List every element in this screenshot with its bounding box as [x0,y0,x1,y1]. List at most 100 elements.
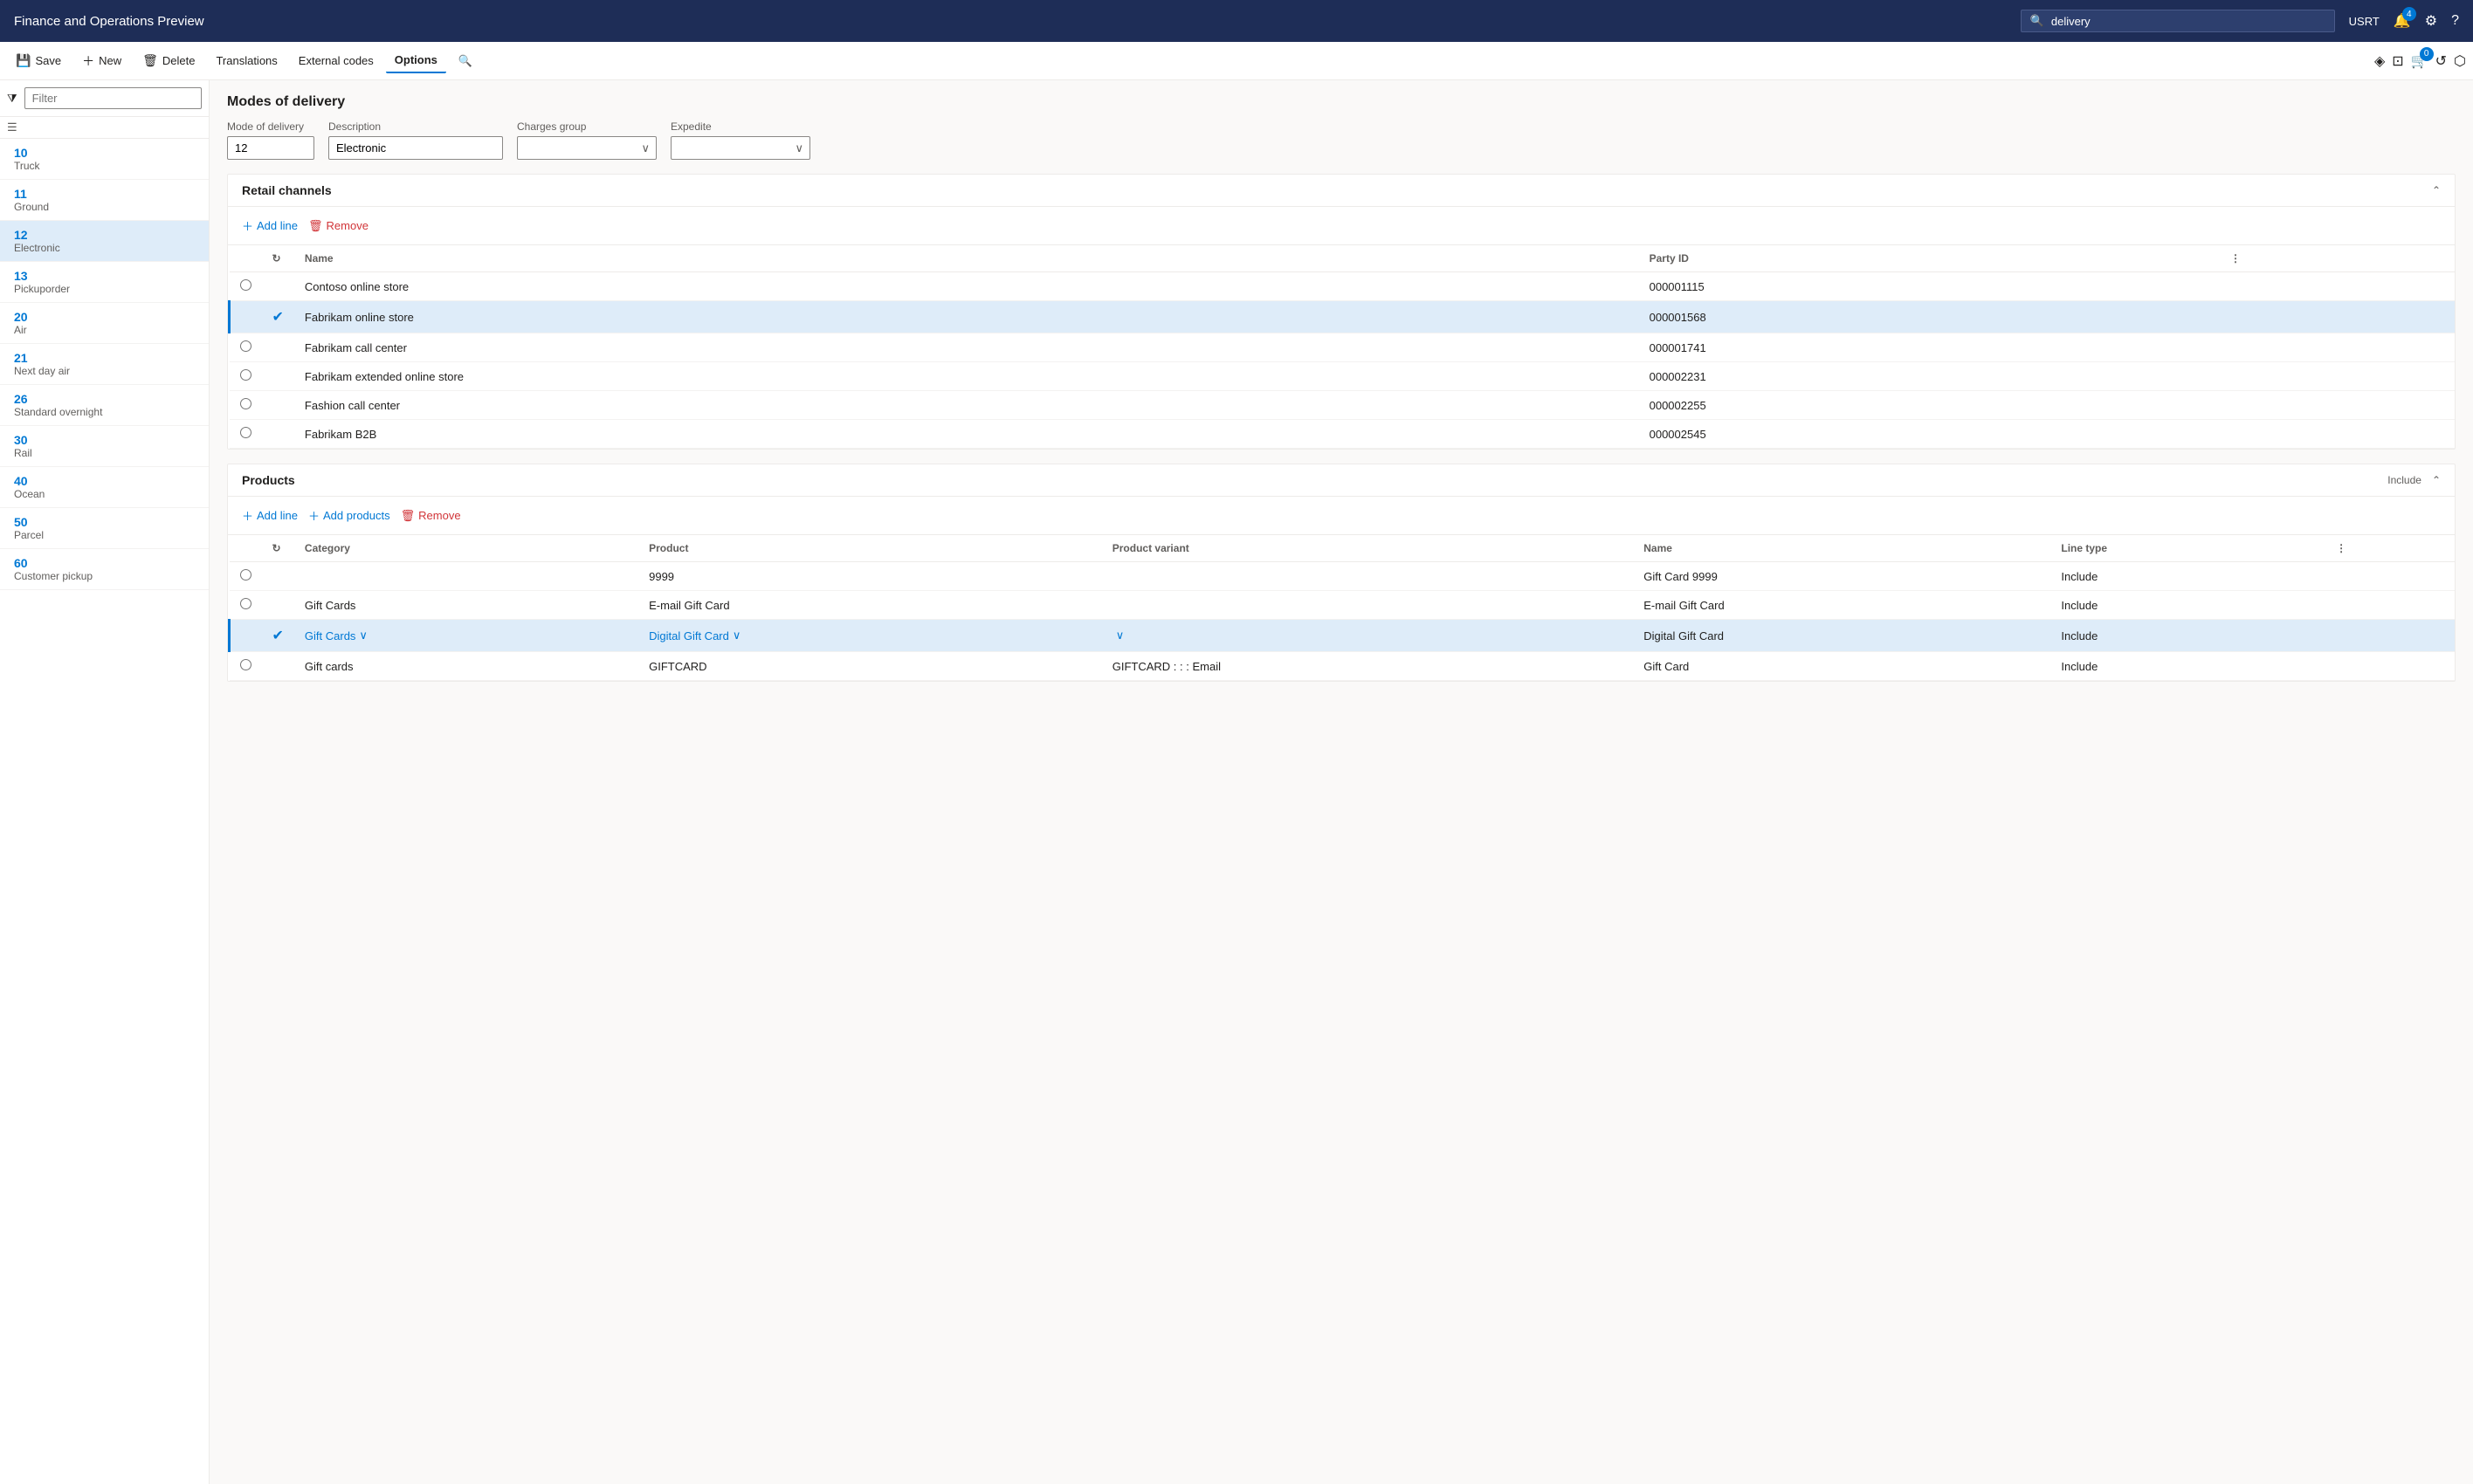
charges-group-wrapper [517,136,657,160]
sidebar-item-40[interactable]: 40 Ocean [0,467,209,508]
new-button[interactable]: ＋ New [73,47,130,75]
table-row[interactable]: ✔ Fabrikam online store 000001568 [230,301,2456,333]
product-more-cell[interactable] [2325,591,2455,620]
sidebar-item-12[interactable]: 12 Electronic [0,221,209,262]
sidebar-item-label: Pickuporder [14,283,195,295]
product-variant-cell[interactable]: ∨ [1102,620,1634,652]
row-radio[interactable] [240,659,251,670]
retail-channels-header[interactable]: Retail channels ⌃ [228,175,2455,207]
retail-channels-header-row: ↻ Name Party ID ⋮ [230,245,2456,272]
products-include-label: Include [2387,474,2421,486]
table-row[interactable]: Gift Cards E-mail Gift Card E-mail Gift … [230,591,2456,620]
list-view-icon[interactable]: ☰ [7,120,17,134]
row-radio[interactable] [240,598,251,609]
sidebar-item-label: Rail [14,447,195,459]
row-radio[interactable] [240,279,251,291]
description-input[interactable] [328,136,503,160]
retail-refresh-col-header: ↻ [262,245,294,272]
help-icon[interactable]: ? [2451,13,2459,29]
row-more-cell[interactable] [2220,301,2455,333]
table-row[interactable]: Contoso online store 000001115 [230,272,2456,301]
row-partyid-cell: 000001741 [1639,333,2220,362]
products-remove-button[interactable]: 🗑 Remove [401,505,461,526]
product-product-cell: E-mail Gift Card [638,591,1102,620]
row-radio[interactable] [240,569,251,581]
split-icon[interactable]: ⊡ [2392,52,2403,70]
sidebar-item-num: 50 [14,515,195,529]
row-radio[interactable] [240,340,251,352]
external-codes-button[interactable]: External codes [290,49,382,72]
command-bar: 💾 Save ＋ New 🗑 Delete Translations Exter… [0,42,2473,80]
sidebar-item-60[interactable]: 60 Customer pickup [0,549,209,590]
table-row[interactable]: ✔ Gift Cards ∨ Digital Gift Card ∨ ∨ Dig… [230,620,2456,652]
products-header-row: ↻ Category Product Product variant Name … [230,535,2456,562]
table-row[interactable]: Fashion call center 000002255 [230,391,2456,420]
variant-dropdown-icon[interactable]: ∨ [1116,629,1125,642]
retail-add-line-button[interactable]: ＋ Add line [242,214,298,237]
cart-icon[interactable]: 🛒 0 [2411,52,2428,70]
products-add-line-button[interactable]: ＋ Add line [242,504,298,527]
row-radio[interactable] [240,398,251,409]
product-more-cell[interactable] [2325,562,2455,591]
options-button[interactable]: Options [386,48,446,73]
sidebar-item-20[interactable]: 20 Air [0,303,209,344]
row-indicator-cell: ✔ [262,620,294,652]
description-label: Description [328,120,503,133]
row-more-cell[interactable] [2220,362,2455,391]
row-more-cell[interactable] [2220,272,2455,301]
category-dropdown-icon[interactable]: ∨ [359,629,368,642]
refresh-icon[interactable]: ↺ [2435,52,2447,70]
row-select-cell [230,333,262,362]
product-category-cell[interactable]: Gift Cards ∨ [294,620,638,652]
sidebar-item-50[interactable]: 50 Parcel [0,508,209,549]
retail-remove-button[interactable]: 🗑 Remove [308,216,369,237]
sidebar-item-21[interactable]: 21 Next day air [0,344,209,385]
sidebar-item-13[interactable]: 13 Pickuporder [0,262,209,303]
row-more-cell[interactable] [2220,420,2455,449]
delete-button[interactable]: 🗑 Delete [134,48,203,73]
save-button[interactable]: 💾 Save [7,48,70,73]
product-dropdown-icon[interactable]: ∨ [733,629,741,642]
open-in-new-icon[interactable]: ⬡ [2454,52,2466,70]
row-radio[interactable] [240,369,251,381]
sidebar-item-num: 30 [14,433,195,447]
table-row[interactable]: Fabrikam extended online store 000002231 [230,362,2456,391]
sidebar-item-30[interactable]: 30 Rail [0,426,209,467]
sidebar-filter-input[interactable] [24,87,202,109]
product-more-cell[interactable] [2325,652,2455,681]
charges-group-select[interactable] [517,136,657,160]
retail-channels-toolbar: ＋ Add line 🗑 Remove [228,207,2455,245]
row-more-cell[interactable] [2220,391,2455,420]
row-more-cell[interactable] [2220,333,2455,362]
notification-icon[interactable]: 🔔 4 [2394,12,2411,30]
global-search-input[interactable] [2051,15,2313,28]
table-row[interactable]: 9999 Gift Card 9999 Include [230,562,2456,591]
form-row: Mode of delivery Description Charges gro… [227,120,2456,160]
sidebar-item-11[interactable]: 11 Ground [0,180,209,221]
table-row[interactable]: Fabrikam call center 000001741 [230,333,2456,362]
table-row[interactable]: Gift cards GIFTCARD GIFTCARD : : : Email… [230,652,2456,681]
product-more-cell[interactable] [2325,620,2455,652]
row-indicator-cell [262,420,294,449]
table-row[interactable]: Fabrikam B2B 000002545 [230,420,2456,449]
settings-icon[interactable]: ⚙ [2425,12,2437,30]
product-link[interactable]: Digital Gift Card [649,629,729,642]
sidebar-item-label: Ground [14,201,195,213]
global-search-box[interactable]: 🔍 [2021,10,2335,32]
product-variant-cell [1102,562,1634,591]
sidebar-item-10[interactable]: 10 Truck [0,139,209,180]
sidebar-item-26[interactable]: 26 Standard overnight [0,385,209,426]
category-link[interactable]: Gift Cards [305,629,356,642]
cmd-search-button[interactable]: 🔍 [450,49,481,73]
sidebar-item-label: Ocean [14,488,195,500]
row-radio[interactable] [240,427,251,438]
mode-of-delivery-input[interactable] [227,136,314,160]
products-add-products-button[interactable]: ＋ Add products [308,504,390,527]
products-header[interactable]: Products Include ⌃ [228,464,2455,497]
translations-button[interactable]: Translations [207,49,286,72]
expedite-select[interactable] [671,136,810,160]
retail-channels-collapse-icon[interactable]: ⌃ [2432,184,2441,196]
products-collapse-icon[interactable]: ⌃ [2432,474,2441,486]
product-product-cell[interactable]: Digital Gift Card ∨ [638,620,1102,652]
diamond-icon[interactable]: ◈ [2374,52,2385,70]
